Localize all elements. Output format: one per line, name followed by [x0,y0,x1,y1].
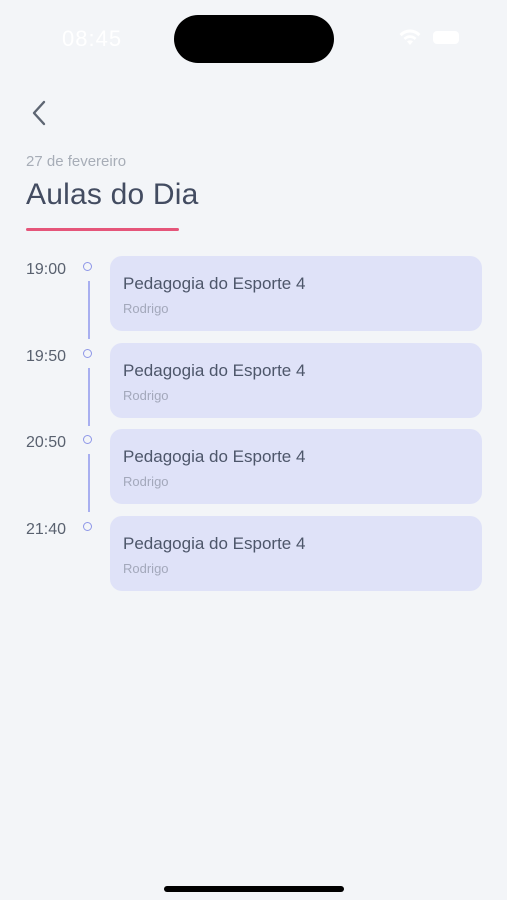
date-label: 27 de fevereiro [26,153,127,170]
timeline-row: 19:50 Pedagogia do Esporte 4 Rodrigo [0,343,507,426]
timeline-line [88,454,90,512]
timeline-row: 19:00 Pedagogia do Esporte 4 Rodrigo [0,256,507,339]
status-bar: 08:45 [0,0,507,80]
title-underline [26,228,179,231]
class-title: Pedagogia do Esporte 4 [123,447,306,466]
timeline-line [88,281,90,339]
status-time: 08:45 [62,26,123,51]
class-teacher: Rodrigo [123,561,169,576]
class-title: Pedagogia do Esporte 4 [123,534,306,553]
timeline-dot [83,522,92,531]
wifi-icon [399,29,421,45]
class-teacher: Rodrigo [123,388,169,403]
class-time: 19:50 [26,348,67,365]
class-time: 20:50 [26,434,67,451]
timeline-dot [83,349,92,358]
timeline-row: 20:50 Pedagogia do Esporte 4 Rodrigo [0,429,507,512]
class-card[interactable]: Pedagogia do Esporte 4 Rodrigo [110,429,482,504]
class-title: Pedagogia do Esporte 4 [123,361,306,380]
class-card[interactable]: Pedagogia do Esporte 4 Rodrigo [110,256,482,331]
dynamic-island [174,15,334,63]
class-time: 19:00 [26,261,67,278]
timeline-line [88,368,90,426]
battery-icon [433,31,459,44]
timeline-row: 21:40 Pedagogia do Esporte 4 Rodrigo [0,516,507,592]
back-button[interactable] [22,96,56,130]
chevron-left-icon [32,100,46,126]
page-title: Aulas do Dia [26,178,199,211]
class-card[interactable]: Pedagogia do Esporte 4 Rodrigo [110,516,482,591]
class-teacher: Rodrigo [123,301,169,316]
class-teacher: Rodrigo [123,474,169,489]
timeline-dot [83,435,92,444]
class-card[interactable]: Pedagogia do Esporte 4 Rodrigo [110,343,482,418]
class-time: 21:40 [26,521,67,538]
home-indicator[interactable] [164,886,344,892]
class-title: Pedagogia do Esporte 4 [123,274,306,293]
timeline-dot [83,262,92,271]
